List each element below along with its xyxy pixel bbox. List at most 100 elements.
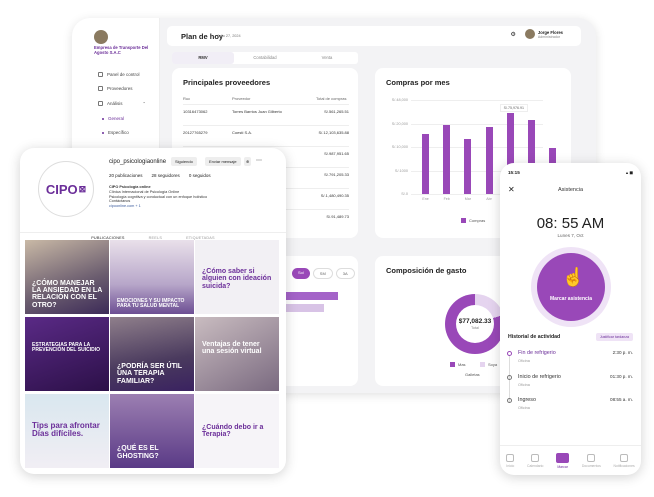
company-avatar — [94, 30, 108, 44]
hbar — [284, 292, 338, 300]
history-item-label: Fin de refrigerio — [518, 350, 556, 356]
current-time: 08: 55 AM — [536, 215, 605, 232]
x-tick-label: Feb — [443, 197, 450, 201]
history-item-label: Ingreso — [518, 397, 536, 403]
post-7[interactable]: Tips para afrontar Días difíciles. — [25, 394, 109, 468]
cell-total: S/.12,103,635.88 — [318, 130, 349, 135]
legend-swatch — [461, 218, 466, 223]
post-4[interactable]: ESTRATEGIAS PARA LA PREVENCIÓN DEL SUICI… — [25, 317, 109, 391]
current-date: Lunes 7, Oct — [557, 233, 584, 238]
history-item-time: 08:55 a. m. — [610, 397, 633, 402]
add-person-icon[interactable]: ⊕ — [244, 157, 252, 166]
profile-logo: CIPO ⊠ — [38, 161, 94, 217]
bar[interactable] — [422, 134, 430, 194]
bar[interactable] — [464, 138, 472, 194]
stat-posts: 20 publicaciones — [109, 173, 143, 178]
filter-sol[interactable]: Sol — [292, 268, 310, 279]
timeline-dot — [507, 398, 512, 403]
table-row[interactable]: 10316473062 Torres Barrios Juan Gilberto S… — [183, 104, 349, 118]
tab-contabilidad[interactable]: Contabilidad — [234, 52, 296, 64]
expense-legend-galletas: Galletas — [465, 372, 480, 377]
cell-total: S/.1,480,490.35 — [320, 193, 349, 198]
plus-icon — [556, 452, 570, 463]
stat-following[interactable]: 0 seguidos — [189, 173, 211, 178]
message-button[interactable]: Enviar mensaje — [205, 157, 241, 166]
cell-total: S/.987,951.65 — [324, 151, 349, 156]
x-tick-label: Ene — [422, 197, 429, 201]
cell-proveedor: Torres Barrios Juan Gilberto — [232, 109, 282, 114]
mark-attendance-button[interactable]: ☝ Marcar asistencia — [537, 253, 605, 321]
home-icon — [506, 453, 515, 462]
stat-followers[interactable]: 28 seguidores — [152, 173, 180, 178]
sidebar-item-analisis[interactable]: Análisis ⌃ — [98, 101, 146, 106]
follow-button[interactable]: Siguiendo — [171, 157, 197, 166]
company-name: Empresa de Transporte Del Agosto S.A.C — [94, 45, 149, 55]
folder-icon — [587, 453, 596, 462]
history-item-sub: Oficina — [518, 359, 530, 363]
y-tick-label: S/.1000 — [394, 168, 408, 173]
hbar — [284, 304, 324, 312]
filter-3a[interactable]: 3A — [335, 268, 355, 279]
post-2[interactable]: EMOCIONES Y SU IMPACTO PARA TU SALUD MEN… — [110, 240, 194, 314]
history-item-label: Inicio de refrigerio — [518, 374, 561, 380]
y-tick-label: S/.48,000 — [391, 98, 408, 102]
nav-marcar[interactable]: Marcar — [556, 452, 570, 469]
post-9[interactable]: ¿Cuándo debo ir a Terapia? — [195, 394, 279, 468]
history-item-sub: Oficina — [518, 383, 530, 387]
user-name: Jorge Flores — [537, 29, 563, 35]
history-title: Historial de actividad — [508, 334, 561, 340]
x-tick-label: Mar — [464, 197, 471, 201]
logo-mark-icon: ⊠ — [78, 183, 87, 194]
cell-total: S/.791,205.33 — [324, 172, 349, 177]
cell-ruc: 20127765279 — [183, 130, 208, 135]
nav-notificaciones[interactable]: Notificaciones — [614, 453, 635, 468]
users-icon — [98, 86, 103, 91]
signal-battery-icon: ▴ ◼ — [625, 170, 633, 175]
suppliers-title: Principales proveedores — [183, 78, 271, 87]
tab-venta[interactable]: Venta — [296, 52, 358, 64]
calendar-icon — [531, 453, 540, 462]
tab-rmv[interactable]: RMV — [172, 52, 234, 64]
col-header-proveedor: Proveedor — [232, 96, 251, 101]
profile-bio: CIPO Psicología online Clínica Internaci… — [109, 185, 269, 209]
more-icon[interactable]: ⋯ — [256, 157, 262, 164]
user-role: Administrador — [537, 34, 561, 39]
post-3[interactable]: ¿Cómo saber si alguien con ideación suic… — [195, 240, 279, 314]
profile-tabs: PUBLICACIONES REELS ETIQUETADAS — [20, 232, 286, 240]
chart-tooltip: S/.75,976.91 — [499, 104, 528, 112]
dot-icon — [102, 117, 104, 120]
nav-inicio[interactable]: Inicio — [506, 453, 515, 468]
y-tick-label: S/.0 — [401, 192, 408, 196]
user-menu[interactable]: ⚙ Jorge Flores Administrador — [510, 29, 563, 39]
post-5[interactable]: ¿PODRÍA SER ÚTIL UNA TERAPIA FAMILIAR? — [110, 317, 194, 391]
sidebar-item-panel[interactable]: Panel de control — [98, 72, 140, 77]
bar[interactable] — [485, 127, 493, 194]
bottom-nav: Inicio Calendario Marcar Documentos Noti… — [500, 445, 641, 475]
nav-documentos[interactable]: Documentos — [582, 453, 601, 468]
nav-calendario[interactable]: Calendario — [527, 453, 543, 468]
grid-icon — [98, 72, 103, 77]
filter-sm[interactable]: SM — [312, 268, 333, 279]
history-item-sub: Oficina — [518, 406, 530, 410]
grid-line — [411, 100, 543, 101]
profile-username: cipo_psicologiaonline — [109, 159, 167, 165]
bar[interactable] — [443, 124, 451, 194]
sidebar-item-proveedores[interactable]: Proveedores — [98, 86, 133, 91]
bio-link[interactable]: cipoonline.com + 1 — [109, 204, 269, 209]
post-6[interactable]: Ventajas de tener una sesión virtual — [195, 317, 279, 391]
sidebar-item-general[interactable]: General — [102, 116, 124, 121]
sidebar-item-especifico[interactable]: Específico — [102, 130, 129, 135]
table-row[interactable]: 20127765279 Coesti S.A. S/.12,103,635.88 — [183, 125, 349, 139]
expense-legend-mas: Mas — [450, 362, 466, 367]
x-tick-label: Abr — [486, 197, 492, 201]
settings-icon[interactable]: ⚙ — [510, 31, 515, 38]
justify-button[interactable]: Justificar tardanza — [595, 333, 633, 341]
timeline-dot — [507, 351, 512, 356]
view-tabs: RMV Contabilidad Venta — [172, 52, 358, 64]
post-8[interactable]: ¿QUÉ ES EL GHOSTING? — [110, 394, 194, 468]
instagram-profile: CIPO ⊠ cipo_psicologiaonline Siguiendo En… — [20, 148, 286, 474]
col-header-total: Total de compras — [316, 96, 347, 101]
profile-stats: 20 publicaciones 28 seguidores 0 seguido… — [109, 173, 211, 178]
post-1[interactable]: ¿CÓMO MANEJAR LA ANSIEDAD EN LA RELACIÓN… — [25, 240, 109, 314]
history-item-time: 01:30 p. m. — [610, 374, 633, 379]
